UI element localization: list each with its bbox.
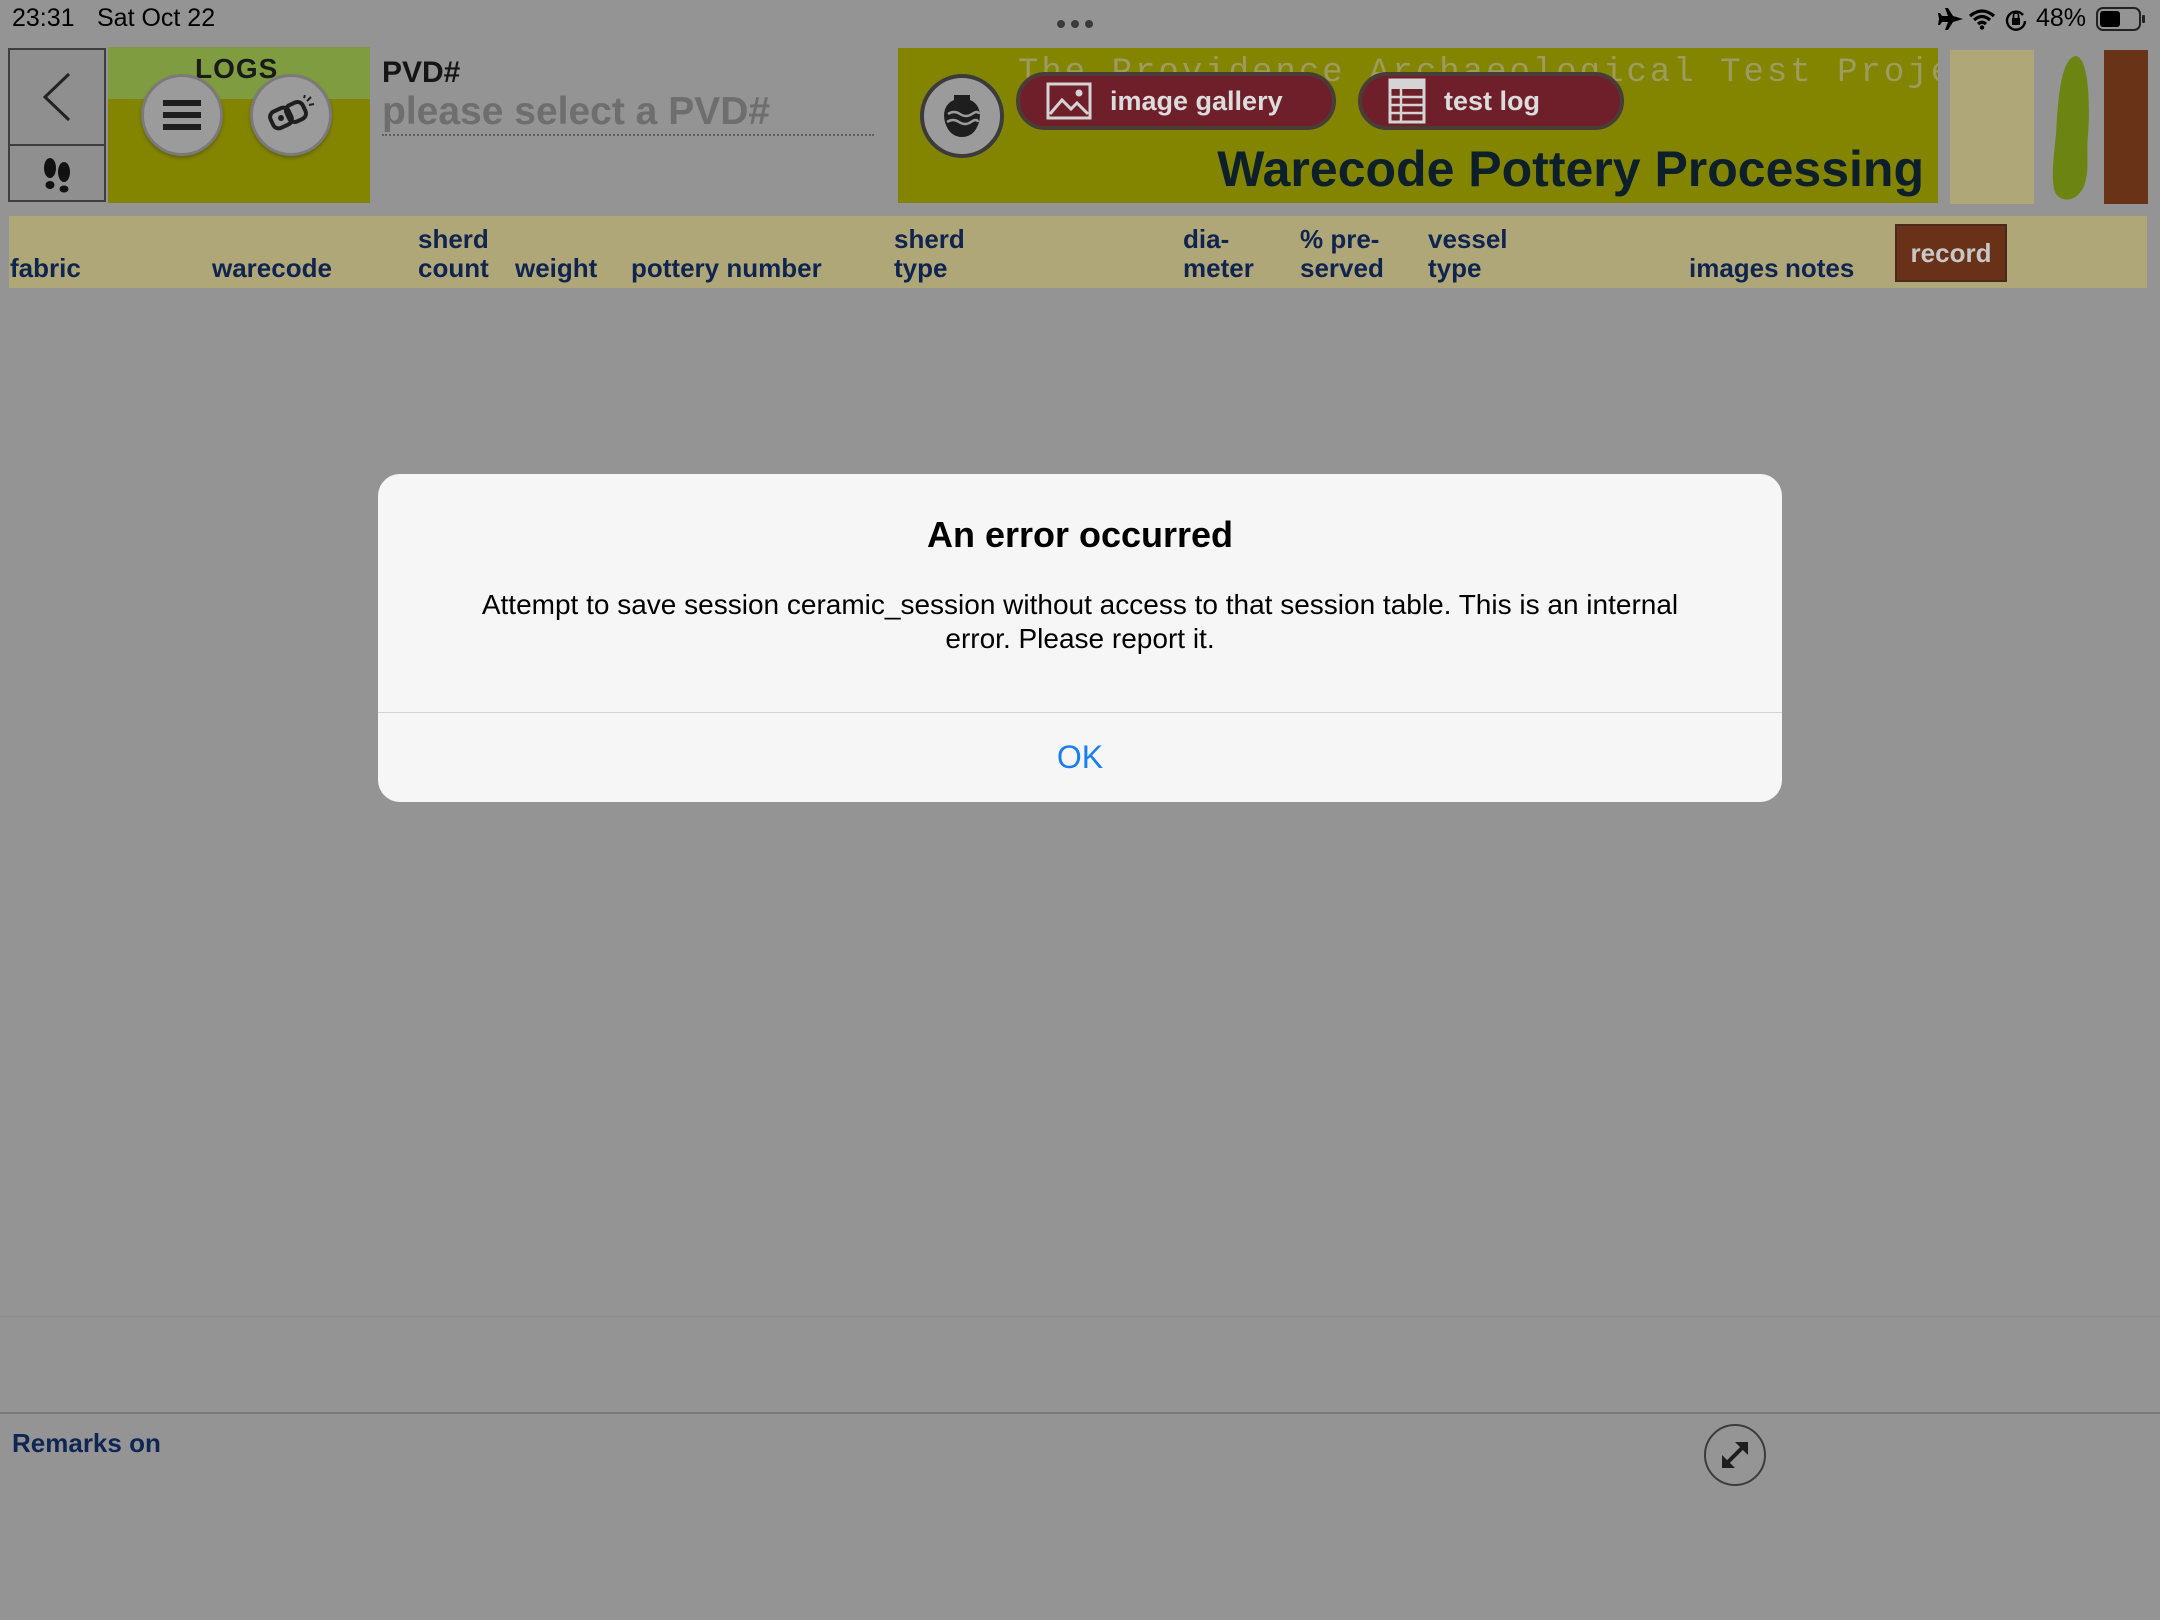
col-vessel-type: vessel type — [1428, 225, 1508, 283]
image-gallery-label: image gallery — [1110, 85, 1283, 116]
col-sherd-type: sherd type — [894, 225, 965, 283]
col-fabric: fabric — [10, 253, 81, 283]
image-icon — [1046, 82, 1092, 120]
col-weight: weight — [515, 253, 598, 283]
orientation-lock-icon — [2005, 9, 2027, 36]
spreadsheet-icon — [1388, 78, 1426, 124]
plugs-icon — [268, 95, 315, 131]
back-button[interactable] — [10, 50, 104, 144]
col-diameter-line1: dia- — [1183, 224, 1230, 254]
logs-panel: LOGS — [108, 47, 370, 203]
status-date: Sat Oct 22 — [97, 4, 216, 32]
error-dialog: An error occurred Attempt to save sessio… — [378, 474, 1782, 802]
record-button[interactable]: record — [1895, 224, 2007, 282]
col-sherd-type-line2: type — [894, 253, 948, 283]
col-vessel-type-line1: vessel — [1428, 224, 1508, 254]
wifi-icon — [1968, 8, 1996, 35]
col-vessel-type-line2: type — [1428, 253, 1482, 283]
pottery-button[interactable] — [920, 74, 1004, 158]
col-diameter: dia- meter — [1183, 225, 1254, 283]
menu-button[interactable] — [141, 74, 223, 156]
dialog-title: An error occurred — [926, 514, 1234, 555]
col-sherd-count-line1: sherd — [418, 224, 489, 254]
col-preserved-line1: % pre- — [1300, 224, 1380, 254]
footprints-icon — [44, 158, 70, 193]
col-images: images — [1689, 253, 1779, 283]
chevron-left-icon — [42, 72, 71, 122]
footsteps-button[interactable] — [10, 146, 104, 202]
image-gallery-button[interactable]: image gallery — [1016, 72, 1336, 130]
column-header-row: fabric warecode sherd count weight potte… — [9, 216, 2147, 288]
ok-button[interactable]: OK — [378, 713, 1782, 802]
banner-title: Warecode Pottery Processing — [1217, 141, 1924, 197]
col-preserved: % pre- served — [1300, 225, 1384, 283]
test-log-button[interactable]: test log — [1358, 72, 1624, 130]
multitasking-dots[interactable] — [1057, 20, 1093, 28]
col-notes: notes — [1785, 253, 1855, 283]
dialog-message: Attempt to save session ceramic_session … — [481, 589, 1679, 654]
remarks-divider — [0, 1412, 2160, 1414]
pvd-label: PVD# — [382, 56, 461, 89]
nav-button-group — [8, 48, 106, 202]
airplane-icon — [1938, 8, 1964, 35]
hamburger-icon — [163, 100, 201, 130]
expand-arrows-icon — [1722, 1442, 1748, 1468]
app-banner: The Providence Archaeological Test Proje… — [898, 48, 1938, 203]
color-swatch-tan — [1950, 50, 2034, 204]
col-preserved-line2: served — [1300, 253, 1384, 283]
col-sherd-count: sherd count — [418, 225, 489, 283]
color-swatch-brown — [2104, 50, 2148, 204]
footer-divider — [0, 1316, 2160, 1317]
test-log-label: test log — [1444, 85, 1541, 116]
pvd-input[interactable] — [382, 90, 874, 136]
col-sherd-count-line2: count — [418, 253, 489, 283]
col-sherd-type-line1: sherd — [894, 224, 965, 254]
status-time: 23:31 — [12, 4, 75, 32]
battery-percent: 48% — [2036, 4, 2087, 32]
sync-button[interactable] — [250, 74, 332, 156]
logs-label: LOGS — [195, 53, 279, 84]
col-warecode: warecode — [212, 253, 332, 283]
col-pottery-number: pottery number — [631, 253, 822, 283]
battery-icon — [2096, 7, 2146, 36]
remarks-label: Remarks on — [12, 1428, 161, 1458]
col-diameter-line2: meter — [1183, 253, 1254, 283]
expand-button[interactable] — [1704, 1424, 1766, 1486]
pot-icon — [944, 95, 981, 137]
color-swatch-green — [2050, 54, 2094, 209]
